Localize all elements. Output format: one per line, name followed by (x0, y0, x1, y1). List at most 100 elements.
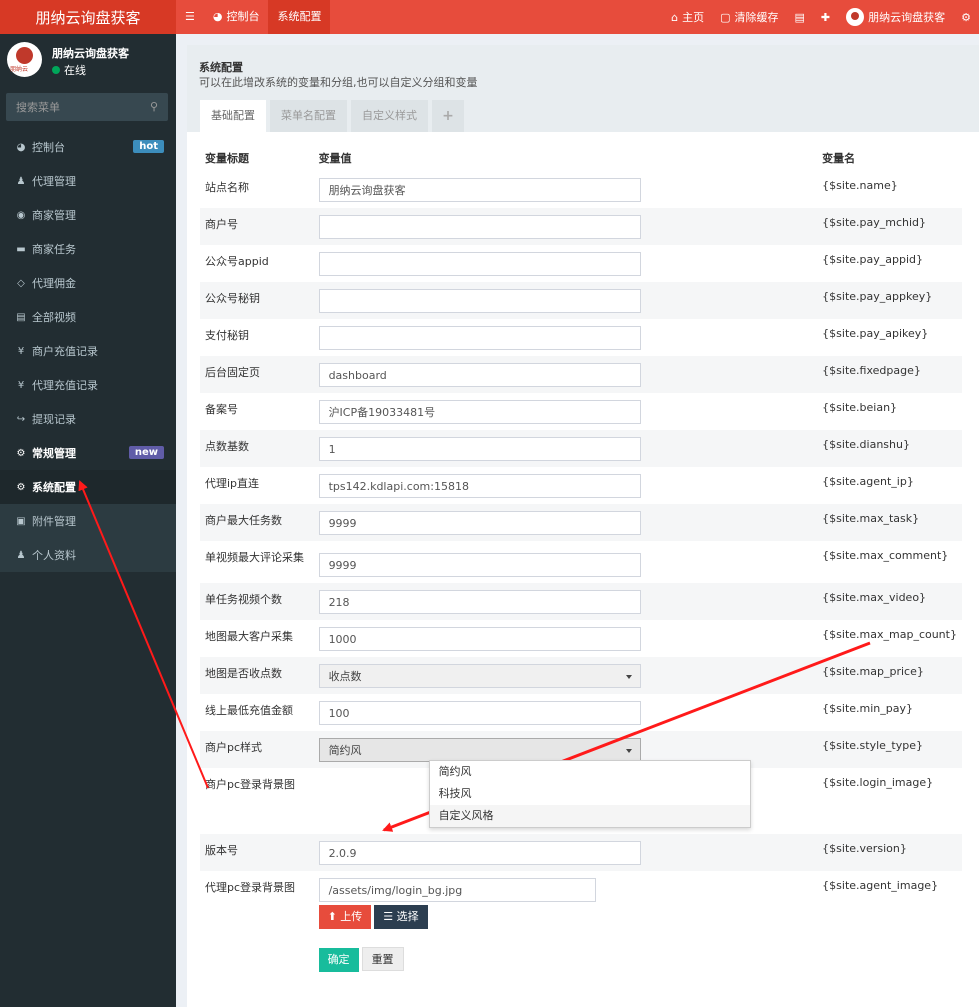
max-comment-input[interactable]: 9999 (318, 553, 641, 577)
settings-button[interactable]: ⚙ (953, 0, 979, 34)
eye-icon: ◉ (16, 209, 26, 221)
pay-mchid-input[interactable] (318, 215, 641, 239)
user-plus-icon: ♟ (16, 175, 26, 187)
confirm-button[interactable]: 确定 (318, 948, 359, 972)
upload-label: 上传 (340, 910, 363, 923)
map-price-value: 收点数 (328, 670, 362, 683)
row-title: 线上最低充值金额 (205, 704, 293, 717)
version-input[interactable]: 2.0.9 (318, 841, 641, 865)
sidebar-toggle-button[interactable]: ☰ (176, 0, 204, 34)
table-row: 站点名称 朋纳云询盘获客 {$site.name} (200, 171, 962, 208)
beian-input[interactable]: 沪ICP备19033481号 (318, 400, 641, 424)
hot-badge: hot (133, 140, 164, 153)
sidebar-item-dashboard[interactable]: ◕ 控制台 hot (0, 130, 176, 164)
search-icon[interactable]: ⚲ (150, 100, 158, 113)
sidebar-item-withdraw[interactable]: ↪ 提现记录 (0, 402, 176, 436)
yen-icon: ¥ (17, 379, 25, 391)
row-var-name: {$site.agent_image} (822, 879, 939, 892)
style-type-select[interactable]: 简约风 (318, 738, 641, 762)
sidebar-item-system-config[interactable]: ⚙ 系统配置 (0, 470, 176, 504)
pay-apikey-input[interactable] (318, 326, 641, 350)
site-name-input[interactable]: 朋纳云询盘获客 (318, 178, 641, 202)
clear-cache-button[interactable]: ▢ 清除缓存 (712, 0, 786, 34)
max-video-input[interactable]: 218 (318, 590, 641, 614)
image-icon: ▣ (16, 515, 26, 527)
diamond-icon: ◇ (17, 277, 25, 289)
tab-custom-style[interactable]: 自定义样式 (351, 100, 428, 132)
dropdown-option[interactable]: 自定义风格 (429, 805, 750, 827)
form-actions-row: 确定 重置 (200, 937, 962, 972)
fullscreen-button[interactable]: ✚ (813, 0, 838, 34)
clear-cache-label: 清除缓存 (734, 11, 779, 24)
header-var-value: 变量值 (318, 152, 352, 165)
table-row: 地图是否收点数 收点数 {$site.map_price} (200, 657, 962, 694)
sidebar-item-merchant-task[interactable]: ▬ 商家任务 (0, 232, 176, 266)
tab-system-config[interactable]: 系统配置 (268, 0, 331, 34)
max-map-count-input[interactable]: 1000 (318, 627, 641, 651)
table-row: 商户最大任务数 9999 {$site.max_task} (200, 504, 962, 541)
table-row: 备案号 沪ICP备19033481号 {$site.beian} (200, 393, 962, 430)
online-status-label: 在线 (64, 64, 86, 77)
row-title: 地图最大客户采集 (205, 630, 293, 643)
row-var-name: {$site.map_price} (817, 657, 962, 694)
sidebar-item-merchant[interactable]: ◉ 商家管理 (0, 198, 176, 232)
map-price-select[interactable]: 收点数 (318, 664, 641, 688)
dropdown-option[interactable]: 科技风 (430, 783, 750, 805)
agent-image-input[interactable]: /assets/img/login_bg.jpg (318, 878, 596, 902)
user-menu[interactable]: 朋纳云询盘获客 (838, 0, 953, 34)
menu-search-input[interactable] (6, 93, 136, 121)
sidebar-item-agent[interactable]: ♟ 代理管理 (0, 164, 176, 198)
upload-button[interactable]: ⬆ 上传 (318, 905, 372, 929)
sidebar-item-label: 商家管理 (32, 209, 76, 222)
sidebar-item-agent-commission[interactable]: ◇ 代理佣金 (0, 266, 176, 300)
reset-button[interactable]: 重置 (361, 947, 404, 971)
sidebar: 朋纳云询盘获客 在线 ⚲ ◕ 控制台 hot ♟ 代理管理 ◉ 商家管理 ▬ 商家任务 ◇… (0, 34, 176, 1007)
add-tab-button[interactable]: + (432, 100, 464, 132)
row-title: 公众号秘钥 (200, 282, 314, 319)
sidebar-item-agent-recharge[interactable]: ¥ 代理充值记录 (0, 368, 176, 402)
row-var-name: {$site.login_image} (822, 776, 934, 789)
tab-basic-config[interactable]: 基础配置 (200, 100, 266, 132)
table-row: 代理ip直连 tps142.kdlapi.com:15818 {$site.ag… (200, 467, 962, 504)
row-title: 商户pc样式 (200, 731, 314, 768)
home-icon: ⌂ (671, 10, 679, 24)
sidebar-item-general[interactable]: ⚙ 常规管理 new (0, 436, 176, 470)
pay-appid-input[interactable] (318, 252, 641, 276)
table-row: 商户pc登录背景图 简约风 科技风 自定义风格 {$site.login_ima… (200, 760, 962, 834)
row-title: 备案号 (205, 403, 238, 416)
tab-menu-name-config[interactable]: 菜单名配置 (270, 100, 347, 132)
sidebar-item-attachment[interactable]: ▣ 附件管理 (0, 504, 176, 538)
caret-down-icon (625, 749, 632, 753)
row-title: 商户号 (200, 208, 314, 245)
row-title: 后台固定页 (200, 356, 314, 393)
header-var-name: 变量名 (822, 152, 856, 165)
file-icon: ▤ (16, 311, 26, 323)
tab-dashboard[interactable]: ◕ 控制台 (204, 0, 269, 34)
row-title: 商户pc登录背景图 (205, 778, 296, 791)
table-row: 公众号秘钥 {$site.pay_appkey} (200, 282, 962, 319)
table-row: 公众号appid {$site.pay_appid} (200, 245, 962, 282)
sidebar-item-all-videos[interactable]: ▤ 全部视频 (0, 300, 176, 334)
pay-appkey-input[interactable] (318, 289, 641, 313)
row-var-name: {$site.max_comment} (822, 549, 949, 562)
language-button[interactable]: ▤ (787, 0, 813, 34)
sidebar-item-merchant-recharge[interactable]: ¥ 商户充值记录 (0, 334, 176, 368)
dropdown-option[interactable]: 简约风 (430, 761, 750, 783)
fixedpage-input[interactable]: dashboard (318, 363, 641, 387)
agent-ip-input[interactable]: tps142.kdlapi.com:15818 (318, 474, 641, 498)
user-panel: 朋纳云询盘获客 在线 (0, 34, 176, 88)
min-pay-input[interactable]: 100 (318, 701, 641, 725)
sidebar-item-profile[interactable]: ♟ 个人资料 (0, 538, 176, 572)
row-var-name: {$site.style_type} (817, 731, 962, 768)
row-var-name: {$site.name} (822, 179, 898, 192)
trash-icon: ▢ (720, 10, 731, 24)
row-title: 点数基数 (200, 430, 314, 467)
choose-button[interactable]: ☰ 选择 (374, 905, 428, 929)
dianshu-input[interactable]: 1 (318, 437, 641, 461)
dashboard-icon: ◕ (16, 141, 26, 153)
user-icon: ♟ (16, 549, 26, 561)
top-right-nav: ⌂ 主页 ▢ 清除缓存 ▤ ✚ 朋纳云询盘获客 ⚙ (663, 0, 979, 34)
max-task-input[interactable]: 9999 (318, 511, 641, 535)
brand-logo[interactable]: 朋纳云询盘获客 (0, 0, 176, 34)
home-link[interactable]: ⌂ 主页 (663, 0, 712, 34)
